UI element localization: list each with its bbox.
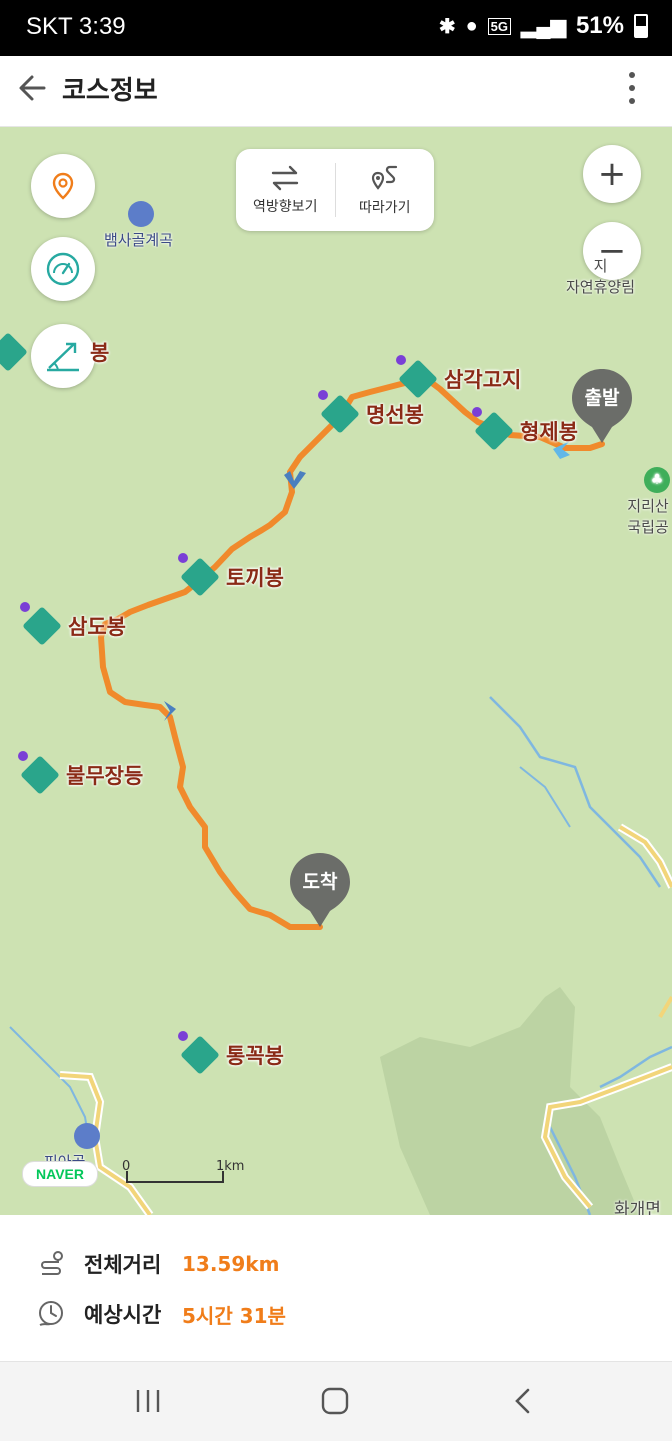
peak-samgak[interactable]: 삼각고지 [396,355,522,399]
mountain-icon [0,332,28,372]
page-title: 코스정보 [62,76,158,106]
bluetooth-icon: ✱ [438,15,456,38]
network-5g-icon: 5G [487,17,512,35]
start-marker-label: 출발 [584,387,620,409]
valley-icon [128,201,154,227]
location-pin-icon [52,172,74,200]
route-mode-control: 역방향보기 따라가기 [236,149,434,231]
peak-label: 토끼봉 [226,566,284,590]
poi-valley[interactable]: 뱀사골계곡 [104,201,173,250]
peak-label: 명선봉 [366,403,424,427]
poi-national-park[interactable]: ♣ 지리산 국립공 [626,467,670,537]
mountain-icon [178,553,220,597]
valley2-icon [74,1123,100,1149]
zoom-in-button[interactable]: + [583,145,641,203]
peak-samdo[interactable]: 삼도봉 [20,602,126,646]
follow-route-icon [371,165,397,190]
signal-icon: ▂▄▆ [521,15,566,38]
home-icon[interactable] [320,1386,350,1416]
location-icon: ● [465,14,478,37]
scale-end-label: 1km [216,1159,245,1174]
battery-icon [634,14,648,38]
poi-forest-label: 자연휴양림 [566,278,636,296]
status-carrier: SKT 3:39 [26,13,126,40]
distance-value: 13.59km [182,1252,280,1276]
peak-hyeongje[interactable]: 형제봉 [472,407,578,451]
peak-myeongseon[interactable]: 명선봉 [318,390,424,434]
time-row: 예상시간 5시간 31분 [36,1299,286,1329]
mountain-icon [396,355,438,399]
scale-bar [126,1171,224,1183]
poi-park-line1: 지리산 [627,497,669,515]
poi-park-line2: 국립공 [627,518,669,536]
start-marker[interactable]: 출발 [570,367,634,445]
tree-icon: ♣ [644,467,670,493]
map-view[interactable]: 역방향보기 따라가기 + − 뱀사골계곡 지 자연휴양림 ♣ 지리산 국립공 피… [0,127,672,1215]
peak-tongkkok[interactable]: 통꼭봉 [178,1031,284,1075]
status-bar: SKT 3:39 ✱ ● 5G ▂▄▆ 51% [0,0,672,56]
back-nav-icon[interactable] [510,1386,534,1416]
speedometer-icon [46,252,80,286]
status-time: 3:39 [78,13,126,40]
time-label: 예상시간 [84,1303,162,1327]
poi-forest-top: 지 [593,257,608,275]
peak-label: 봉 [90,341,110,365]
recent-apps-icon[interactable] [134,1386,162,1416]
mountain-icon [178,1031,220,1075]
mountain-icon [318,390,360,434]
poi-forest[interactable]: 지 자연휴양림 [566,255,635,297]
peak-label: 삼각고지 [444,368,522,392]
course-summary: 전체거리 13.59km 예상시간 5시간 31분 [0,1215,672,1361]
peak-label: 불무장등 [66,764,144,788]
mountain-icon [472,407,514,451]
scale-start-label: 0 [122,1159,131,1174]
time-value: 5시간 31분 [182,1303,286,1328]
route-distance-icon [41,1251,63,1275]
peak-bulmujang[interactable]: 불무장등 [18,751,144,795]
follow-route-label: 따라가기 [358,200,411,216]
peak-partial[interactable]: 봉 [0,332,109,372]
mountain-icon [18,751,60,795]
app-header: 코스정보 [0,56,672,127]
poi-town[interactable]: 화개면 [614,1195,661,1215]
follow-route-button[interactable]: 따라가기 [336,149,435,231]
clock-icon [39,1301,63,1326]
more-menu-icon[interactable] [622,70,642,106]
peak-label: 삼도봉 [68,615,126,639]
mountain-icon [20,602,62,646]
end-marker[interactable]: 도착 [288,851,352,929]
speed-gauge-button[interactable] [31,237,95,301]
battery-percent: 51% [575,12,624,39]
peak-label: 통꼭봉 [226,1044,284,1068]
map-scale: 0 1km [122,1159,244,1183]
system-nav-bar [0,1361,672,1441]
status-right: ✱ ● 5G ▂▄▆ 51% [439,12,648,40]
poi-valley-label: 뱀사골계곡 [104,231,174,249]
reverse-direction-label: 역방향보기 [253,199,318,215]
naver-logo: NAVER [22,1161,98,1187]
distance-row: 전체거리 13.59km [36,1249,279,1279]
my-location-button[interactable] [31,154,95,218]
distance-label: 전체거리 [84,1253,162,1277]
peak-tokki[interactable]: 토끼봉 [178,553,284,597]
swap-arrows-icon [272,165,299,191]
back-arrow-icon[interactable] [14,68,54,108]
end-marker-label: 도착 [302,871,338,893]
reverse-direction-button[interactable]: 역방향보기 [236,149,335,231]
